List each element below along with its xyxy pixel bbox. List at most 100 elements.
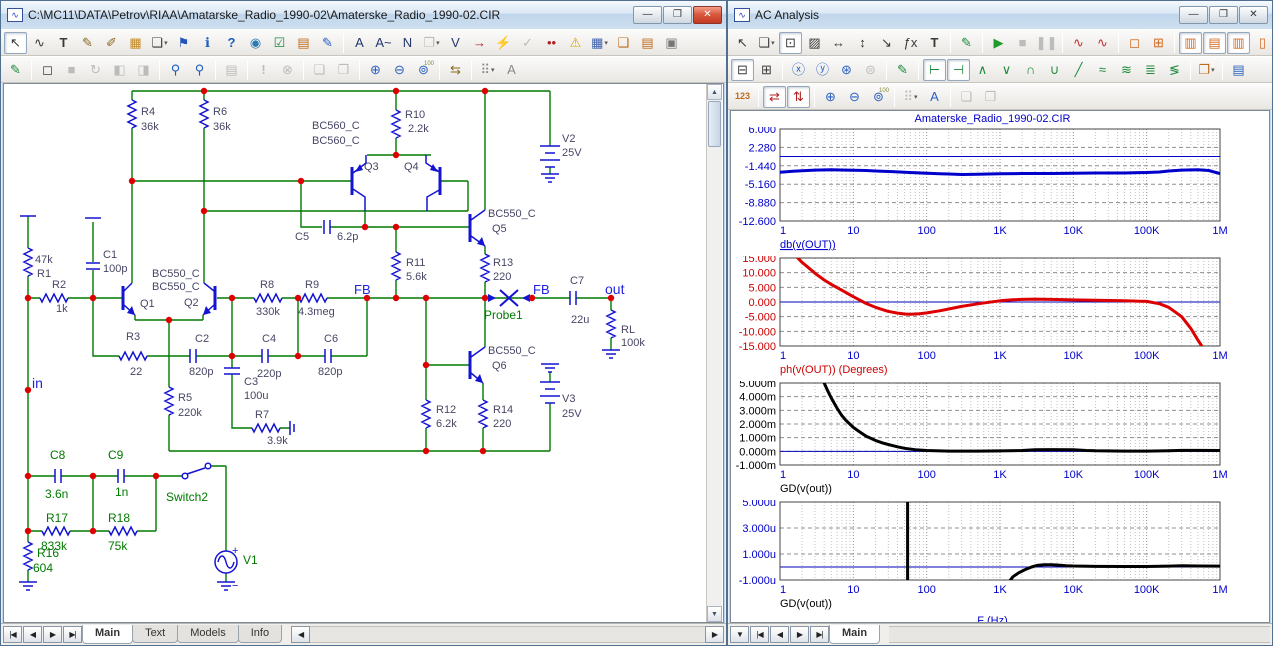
ac-next-page-button[interactable]: ▶ [790,626,809,643]
drc-warning-button[interactable]: ⚠ [564,32,587,54]
info-mode-button[interactable]: ℹ [196,32,219,54]
ac-maximize-button[interactable]: ❐ [1209,6,1238,24]
vertical-cursor-button[interactable]: ⇅ [787,86,810,108]
panel-layout-stacked-button[interactable]: ▥ [1179,32,1202,54]
cursor-top-button[interactable]: ≋ [1115,59,1138,81]
close-button[interactable]: ✕ [693,6,722,24]
grid-toggle-button[interactable]: ▦▾ [588,32,611,54]
shape-tool-button[interactable]: ❏▾ [148,32,171,54]
minimize-button[interactable]: — [633,6,662,24]
zoom-100-button[interactable]: ⊚100 [867,86,890,108]
formula-mode-button[interactable]: ƒx [899,32,922,54]
last-page-button[interactable]: ▶| [63,626,82,643]
ac-minimize-button[interactable]: — [1179,6,1208,24]
y-axis-settings-button[interactable]: ⓨ [811,59,834,81]
region-box-button[interactable]: ▤ [292,32,315,54]
shape-tool-button[interactable]: ❏▾ [755,32,778,54]
vertical-scrollbar[interactable]: ▲ ▼ [706,84,722,622]
show-attribute-text-button[interactable]: A [348,32,371,54]
cursor-prev-button[interactable]: ⊣ [947,59,970,81]
page-annotate-button[interactable]: ✎ [316,32,339,54]
copy-to-clipboard-button[interactable]: ❐▾ [1195,59,1218,81]
show-conditions-button[interactable]: ✓ [516,32,539,54]
cursor-round-button[interactable]: ≈ [1091,59,1114,81]
hscroll-track[interactable] [310,626,705,643]
bring-to-front-button[interactable]: ❏ [308,59,331,81]
select-tool-button[interactable]: ↖ [731,32,754,54]
number-format-button[interactable]: 123 [731,86,754,108]
ac-close-button[interactable]: ✕ [1239,6,1268,24]
line-tool-button[interactable]: ✎ [76,32,99,54]
cursor-low-button[interactable]: ∪ [1043,59,1066,81]
scale-mode-button[interactable]: ⊡ [779,32,802,54]
x-axis-settings-button[interactable]: ⓧ [787,59,810,81]
schematic-canvas[interactable]: R4 36k R6 36k R10 2.2k BC560_C BC560_C Q… [3,83,724,623]
panel-layout-single-button[interactable]: ▯ [1251,32,1273,54]
prev-page-button[interactable]: ◀ [23,626,42,643]
tab-main[interactable]: Main [829,625,880,644]
panel-layout-split-button[interactable]: ▥ [1227,32,1250,54]
bring-to-front-button[interactable]: ❏ [955,86,978,108]
spline-tool-button[interactable]: ✐ [100,32,123,54]
ac-first-page-button[interactable]: |◀ [750,626,769,643]
tab-models[interactable]: Models [177,625,238,643]
cursor-peak-button[interactable]: ∧ [971,59,994,81]
text-box-button[interactable]: ▤ [220,59,243,81]
find-next-button[interactable]: ⚲ [188,59,211,81]
ac-prev-page-button[interactable]: ◀ [770,626,789,643]
point-tag-mode-button[interactable]: ↘ [875,32,898,54]
web-link-mode-button[interactable]: ◉ [244,32,267,54]
scrollbar-track[interactable] [707,148,722,606]
help-mode-button[interactable]: ? [220,32,243,54]
tab-list-button[interactable]: ▼ [730,626,749,643]
cursor-inflection-button[interactable]: ╱ [1067,59,1090,81]
zoom-out-button[interactable]: ⊖ [843,86,866,108]
first-page-button[interactable]: |◀ [3,626,22,643]
new-page-button[interactable]: ❑ [612,32,635,54]
attribute-dialog-button[interactable]: ✎ [4,59,27,81]
panel-layout-horizontal-button[interactable]: ▤ [1203,32,1226,54]
cursor-bottom-button[interactable]: ≣ [1139,59,1162,81]
plot-properties-button[interactable]: ✎ [891,59,914,81]
ac-titlebar[interactable]: ∿ AC Analysis — ❐ ✕ [728,1,1272,29]
model-check-button[interactable]: ☑ [268,32,291,54]
pause-button[interactable]: ❚❚ [1035,32,1058,54]
tab-info[interactable]: Info [238,625,282,643]
properties-button[interactable]: ✎ [955,32,978,54]
run-button[interactable]: ▶ [987,32,1010,54]
select-border-button[interactable]: ▣ [660,32,683,54]
cursor-next-button[interactable]: ⊢ [923,59,946,81]
copy-picture-button[interactable]: ❐▾ [420,32,443,54]
tab-text[interactable]: Text [132,625,178,643]
ac-horizontal-scrollbar[interactable] [889,626,1270,643]
horizontal-cursor-button[interactable]: ⇄ [763,86,786,108]
flip-horizontal-button[interactable]: ◧ [108,59,131,81]
vertical-tag-mode-button[interactable]: ↕ [851,32,874,54]
maximize-button[interactable]: ❐ [663,6,692,24]
single-curve-plot-button[interactable]: ⊟ [731,59,754,81]
horizontal-tag-mode-button[interactable]: ↔ [827,32,850,54]
select-box-button[interactable]: ◻ [36,59,59,81]
dot-grid-button[interactable]: ⠿▾ [899,86,922,108]
clear-marks-button[interactable]: ⊗ [276,59,299,81]
wire-mode-button[interactable]: ∿ [28,32,51,54]
search-command-button[interactable]: ⊜ [859,59,882,81]
scroll-right-button[interactable]: ▶ [705,626,724,643]
cursor-high-button[interactable]: ∩ [1019,59,1042,81]
page-flip-button[interactable]: ⇆ [444,59,467,81]
cursor-global-button[interactable]: ≶ [1163,59,1186,81]
data-points-button[interactable]: ⊞ [1147,32,1170,54]
select-tool-button[interactable]: ↖ [4,32,27,54]
stop-button[interactable]: ■ [1011,32,1034,54]
show-node-numbers-button[interactable]: N [396,32,419,54]
zoom-in-button[interactable]: ⊕ [819,86,842,108]
rotate-button[interactable]: ↻ [84,59,107,81]
zoom-out-button[interactable]: ⊖ [388,59,411,81]
scroll-up-button[interactable]: ▲ [707,84,722,100]
text-tool-button[interactable]: T [52,32,75,54]
cursor-curve-right-button[interactable]: ∿ [1091,32,1114,54]
find-button[interactable]: ⚲ [164,59,187,81]
horizontal-scrollbar[interactable]: ◀ ▶ [291,626,724,643]
font-tool-button[interactable]: A [923,86,946,108]
page-info-button[interactable]: ▤ [636,32,659,54]
